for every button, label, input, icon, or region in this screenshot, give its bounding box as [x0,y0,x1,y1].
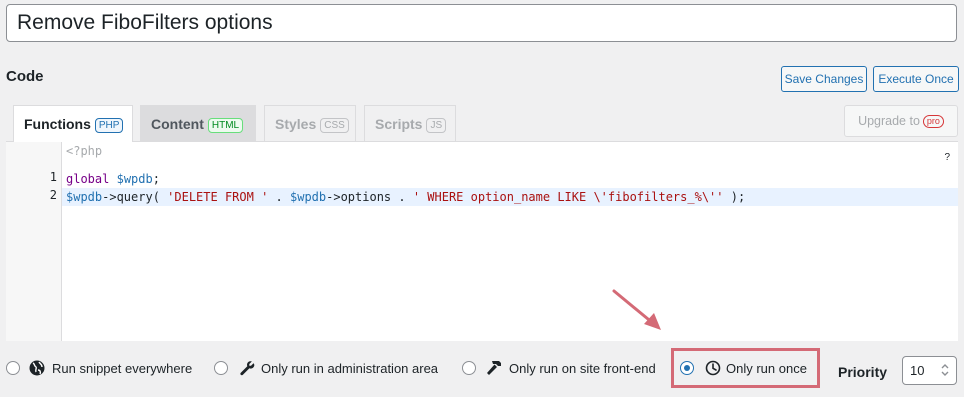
tab-scripts: Scripts JS [364,105,456,141]
scope-option-frontend[interactable]: Only run on site front-end [462,358,672,382]
spinner-arrows-icon[interactable] [940,362,950,378]
scope-option-everywhere[interactable]: Run snippet everywhere [6,358,206,382]
radio-button[interactable] [6,361,20,375]
line-number: 1 [49,170,57,184]
tab-functions[interactable]: Functions PHP [13,105,133,142]
tab-scripts-label: Scripts [375,116,423,132]
code-line-2: $wpdb->query( 'DELETE FROM ' . $wpdb->op… [62,188,958,206]
line-number: 2 [49,188,57,202]
scope-option-admin[interactable]: Only run in administration area [214,358,454,382]
annotation-highlight-box [671,348,820,388]
priority-input[interactable]: 10 [902,356,957,385]
wrench-icon [240,361,255,376]
upgrade-label: Upgrade to [858,114,920,128]
variable-token: $wpdb [290,190,327,204]
tab-styles-label: Styles [275,116,317,132]
scope-label: Only run on site front-end [509,361,656,376]
string-token: 'DELETE FROM ' [167,190,269,204]
code-line-1: global $wpdb; [62,170,160,188]
variable-token: $wpdb [116,172,153,186]
tab-content[interactable]: Content HTML [140,105,256,141]
help-icon[interactable]: ? [944,152,950,163]
snippet-title-input[interactable]: Remove FiboFilters options [6,4,957,42]
line-number-gutter: 1 2 [6,142,62,341]
operator-token: . [268,190,290,204]
save-changes-button[interactable]: Save Changes [781,66,867,92]
priority-label: Priority [838,364,888,380]
tab-styles: Styles CSS [264,105,356,141]
variable-token: $wpdb [66,190,103,204]
js-badge: JS [426,118,447,133]
priority-value: 10 [910,363,925,378]
php-badge: PHP [94,118,124,133]
globe-icon [29,360,45,376]
css-badge: CSS [320,118,349,133]
execute-once-button[interactable]: Execute Once [873,66,959,92]
code-heading: Code [6,68,44,85]
hammer-icon [487,361,501,375]
keyword-token: global [66,172,110,186]
method-call-token: ->query( [102,190,168,204]
html-badge: HTML [207,118,244,133]
upgrade-button[interactable]: Upgrade to pro [844,105,958,137]
scope-label: Run snippet everywhere [52,361,193,376]
radio-button[interactable] [214,361,228,375]
code-editor[interactable]: 1 2 <?php ? global $wpdb; $wpdb->query( … [6,141,958,341]
pro-badge: pro [922,115,944,128]
string-token: ' WHERE option_name LIKE \'fibofilters_%… [412,190,724,204]
php-open-tag: <?php [66,144,103,158]
punctuation-token: ; [152,172,160,186]
punctuation-token: ); [723,190,746,204]
tab-content-label: Content [151,116,204,132]
tab-functions-label: Functions [24,116,91,132]
scope-label: Only run in administration area [261,361,439,376]
annotation-arrow-icon [612,289,661,330]
property-token: ->options . [326,190,413,204]
radio-button[interactable] [462,361,476,375]
